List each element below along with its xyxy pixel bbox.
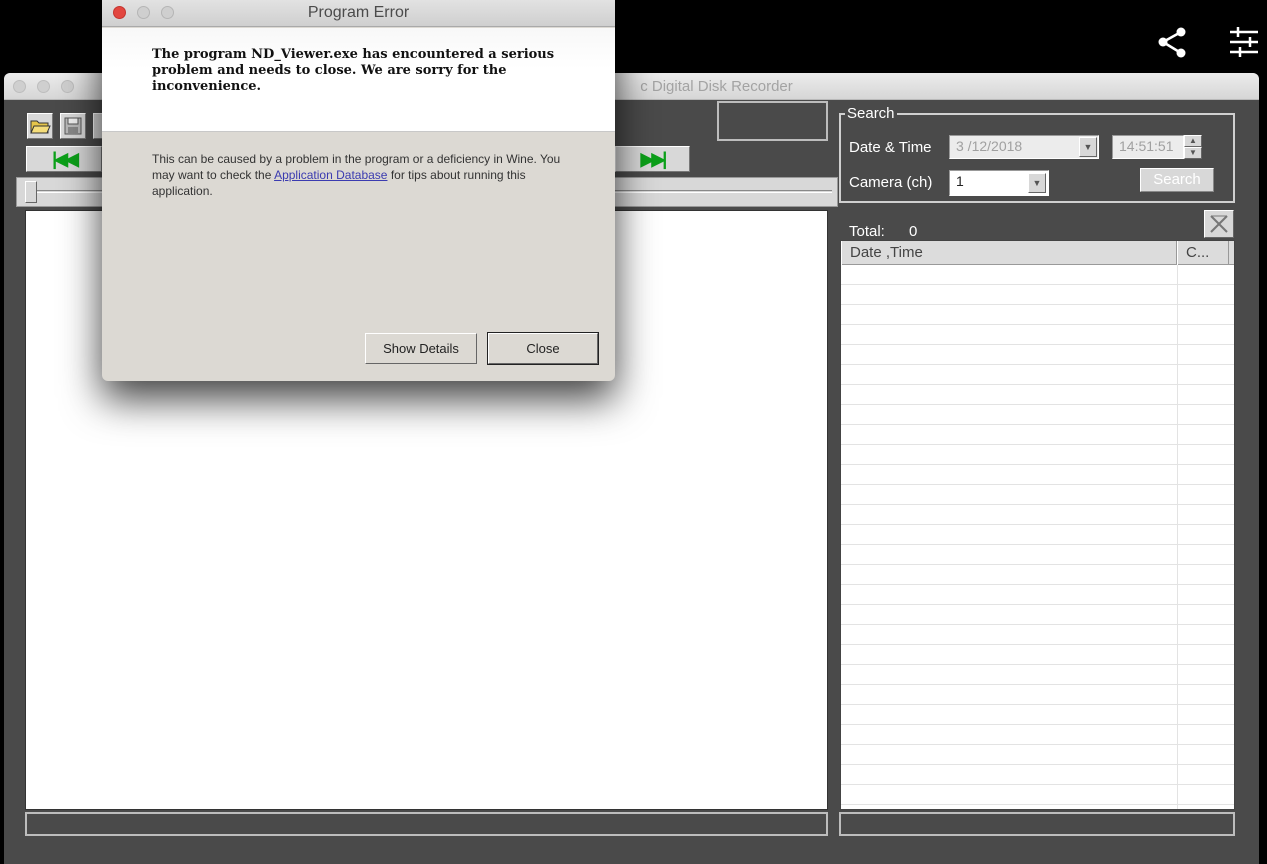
total-label: Total: <box>849 223 885 240</box>
table-row <box>841 605 1234 625</box>
time-value: 14:51:51 <box>1119 138 1174 154</box>
table-row <box>841 705 1234 725</box>
search-group: Search Date & Time 3 /12/2018 ▼ 14:51:51… <box>839 105 1235 203</box>
column-camera[interactable]: C... <box>1177 241 1229 265</box>
close-button[interactable]: Close <box>487 332 599 365</box>
table-row <box>841 305 1234 325</box>
save-button[interactable] <box>60 113 86 139</box>
date-value: 3 /12/2018 <box>956 138 1023 154</box>
table-row <box>841 285 1234 305</box>
table-row <box>841 545 1234 565</box>
save-icon <box>64 117 82 135</box>
time-display-box <box>717 101 828 141</box>
table-row <box>841 385 1234 405</box>
status-bar-right <box>839 812 1235 836</box>
table-row <box>841 365 1234 385</box>
column-date-time[interactable]: Date ,Time <box>841 241 1177 265</box>
search-legend: Search <box>845 105 897 122</box>
table-row <box>841 325 1234 345</box>
table-row <box>841 345 1234 365</box>
dialog-title: Program Error <box>307 4 410 21</box>
status-bar-left <box>25 812 828 836</box>
error-message: The program ND_Viewer.exe has encountere… <box>152 47 555 94</box>
error-detail: This can be caused by a problem in the p… <box>152 151 582 199</box>
last-frame-button[interactable]: ▶▶| <box>615 146 690 172</box>
table-row <box>841 665 1234 685</box>
program-error-dialog: Program Error The program ND_Viewer.exe … <box>102 0 615 381</box>
camera-value: 1 <box>956 173 964 189</box>
camera-label: Camera (ch) <box>849 174 933 191</box>
open-file-button[interactable] <box>27 113 53 139</box>
table-row <box>841 485 1234 505</box>
total-value: 0 <box>909 223 918 240</box>
table-row <box>841 585 1234 605</box>
table-row <box>841 765 1234 785</box>
time-field[interactable]: 14:51:51 <box>1112 135 1184 159</box>
clear-icon <box>1210 215 1228 233</box>
table-row <box>841 785 1234 805</box>
results-header: Date ,Time C... <box>841 241 1234 265</box>
first-frame-button[interactable]: |◀◀ <box>26 146 102 172</box>
table-row <box>841 725 1234 745</box>
sliders-icon[interactable] <box>1226 24 1262 60</box>
slider-thumb[interactable] <box>25 181 37 203</box>
table-row <box>841 525 1234 545</box>
table-row <box>841 265 1234 285</box>
dialog-titlebar: Program Error <box>102 0 615 27</box>
camera-dropdown-button[interactable]: ▼ <box>1028 173 1046 193</box>
date-time-label: Date & Time <box>849 139 932 156</box>
date-field[interactable]: 3 /12/2018 <box>949 135 1099 159</box>
time-up-button[interactable]: ▲ <box>1184 135 1202 147</box>
table-row <box>841 685 1234 705</box>
show-details-button[interactable]: Show Details <box>365 333 477 364</box>
clear-results-button[interactable] <box>1204 210 1234 238</box>
table-row <box>841 505 1234 525</box>
table-row <box>841 445 1234 465</box>
search-button[interactable]: Search <box>1140 168 1214 192</box>
time-down-button[interactable]: ▼ <box>1184 147 1202 159</box>
application-database-link[interactable]: Application Database <box>274 168 387 182</box>
folder-open-icon <box>30 120 51 134</box>
table-row <box>841 645 1234 665</box>
table-row <box>841 565 1234 585</box>
table-row <box>841 465 1234 485</box>
table-row <box>841 405 1234 425</box>
table-row <box>841 625 1234 645</box>
table-row <box>841 745 1234 765</box>
share-icon[interactable] <box>1154 24 1190 60</box>
table-row <box>841 425 1234 445</box>
dialog-message-area: The program ND_Viewer.exe has encountere… <box>102 28 615 132</box>
results-table[interactable]: Date ,Time C... <box>840 240 1235 810</box>
date-dropdown-button[interactable]: ▼ <box>1079 137 1097 157</box>
